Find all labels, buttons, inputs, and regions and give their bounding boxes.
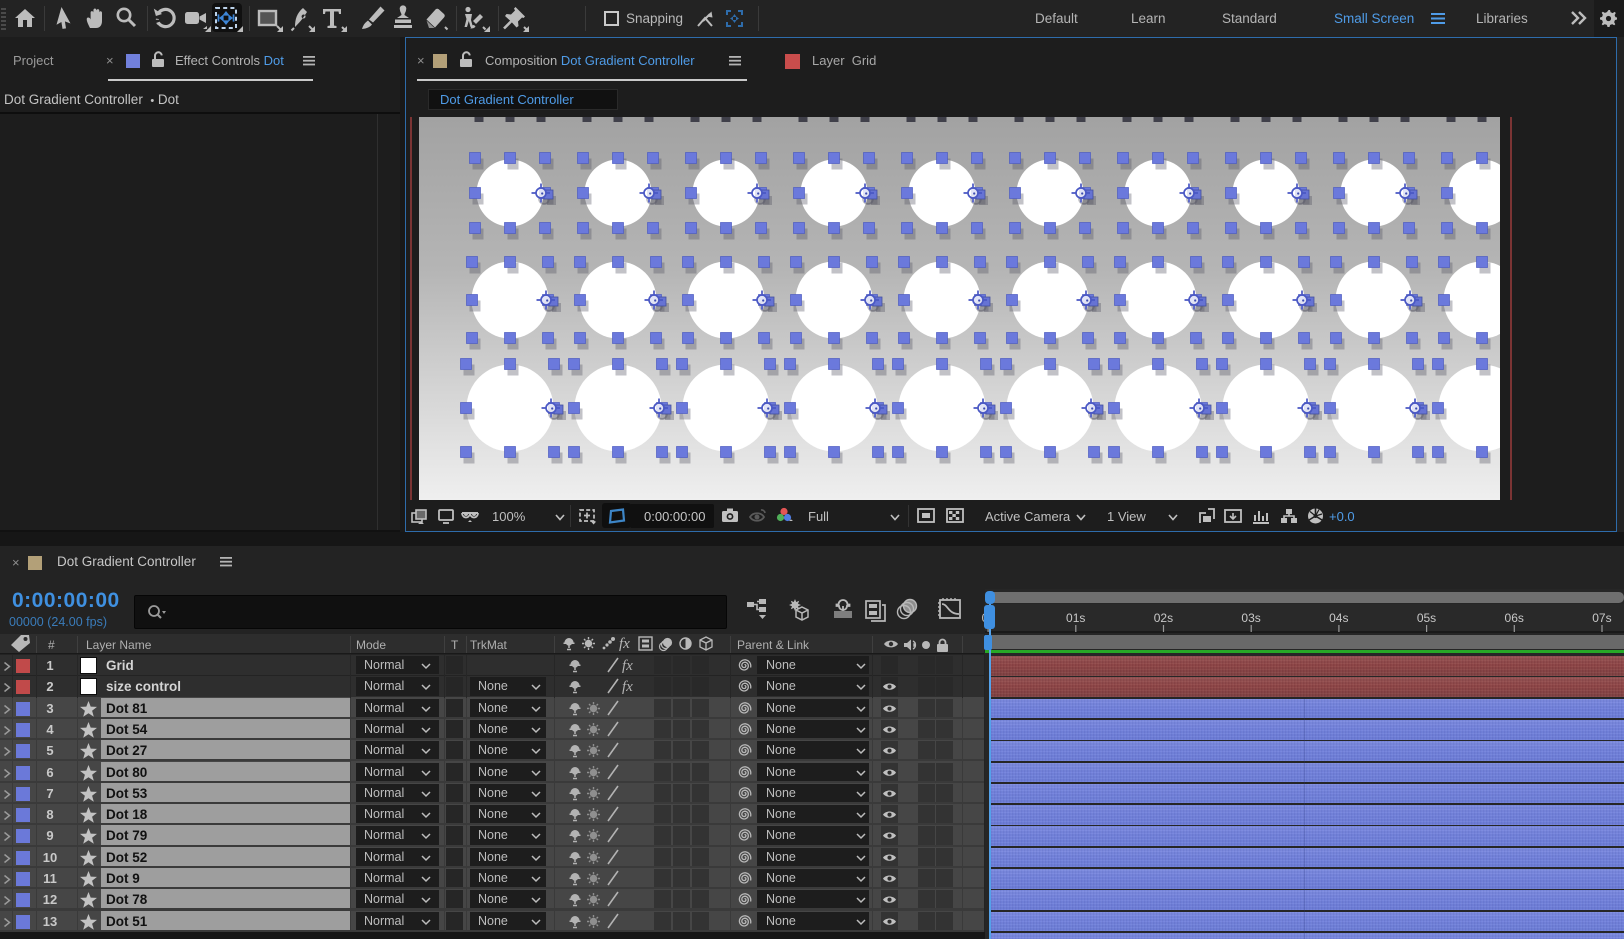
svg-text:fx: fx: [619, 636, 630, 652]
svg-text:01s: 01s: [1066, 611, 1085, 625]
svg-text:fx: fx: [622, 679, 633, 695]
svg-text:05s: 05s: [1417, 611, 1436, 625]
svg-text:03s: 03s: [1241, 611, 1260, 625]
svg-text:07s: 07s: [1592, 611, 1611, 625]
svg-text:06s: 06s: [1505, 611, 1524, 625]
svg-text:fx: fx: [622, 658, 633, 674]
svg-text:04s: 04s: [1329, 611, 1348, 625]
svg-text:02s: 02s: [1154, 611, 1173, 625]
